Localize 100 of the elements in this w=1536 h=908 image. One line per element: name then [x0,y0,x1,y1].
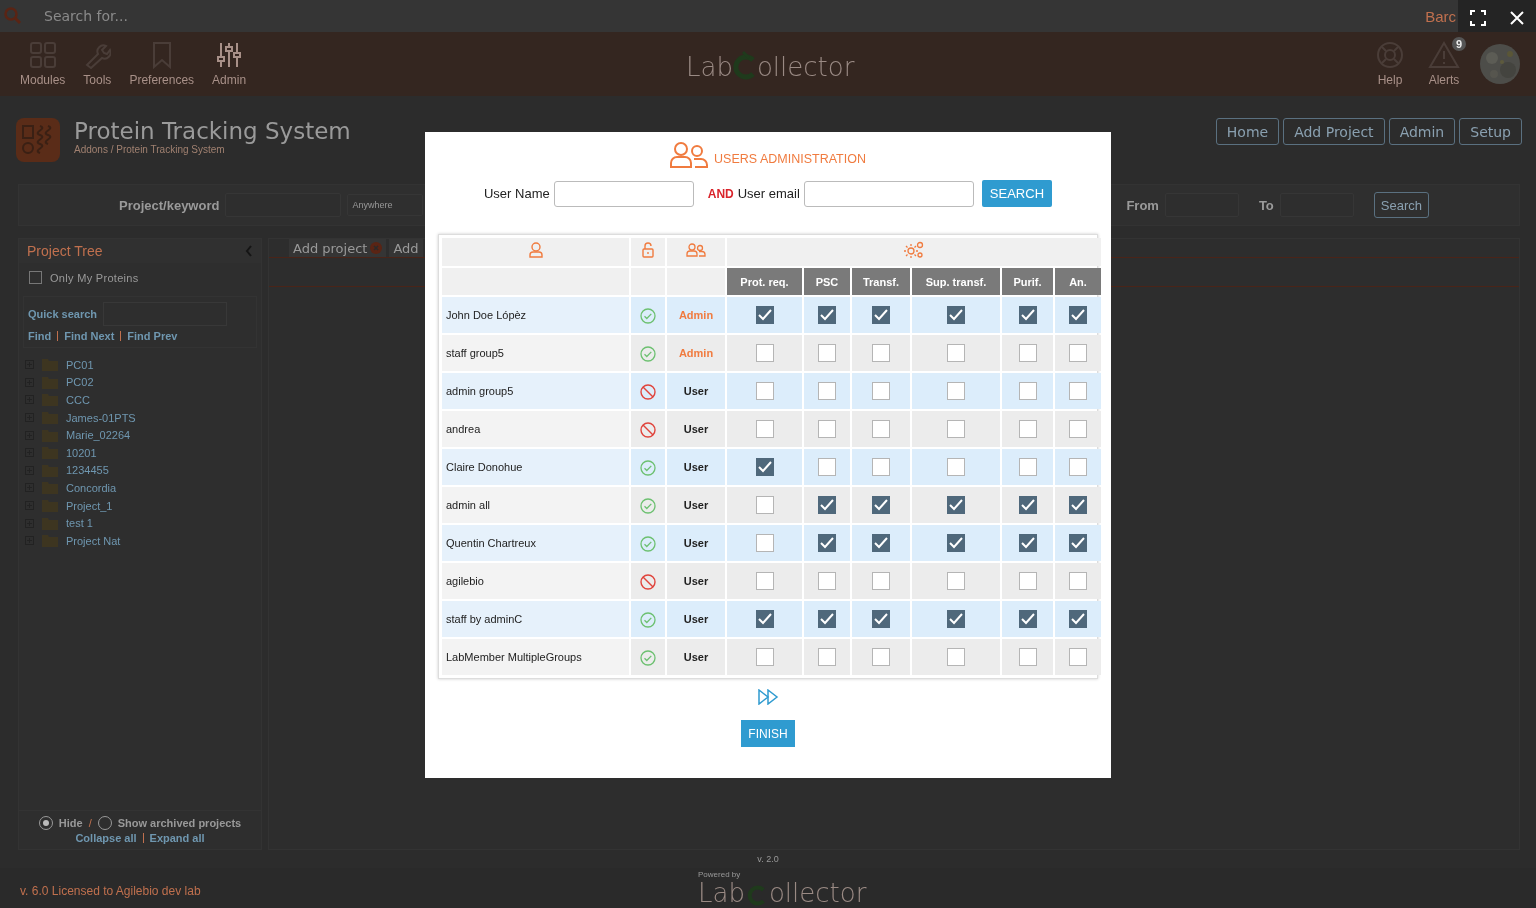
checkbox[interactable] [1069,306,1088,325]
tree-item[interactable]: PC02 [66,376,94,389]
tree-item[interactable]: Marie_02264 [66,429,131,442]
tree-item[interactable]: Project Nat [66,534,121,547]
search-button[interactable]: SEARCH [981,180,1053,207]
barcode-label[interactable]: Barc [1425,7,1456,25]
checkbox[interactable] [872,496,890,515]
checkbox[interactable] [755,306,774,325]
nav-item[interactable]: Modules [16,41,70,87]
scope-select[interactable]: Anywhere [347,194,424,216]
checkbox[interactable] [755,648,774,667]
checkbox[interactable] [755,534,774,553]
checkbox[interactable] [1069,572,1088,591]
checkbox[interactable] [755,344,774,363]
tree-item[interactable]: PC01 [66,358,94,371]
tab[interactable]: Add project [289,239,387,257]
checkbox[interactable] [872,648,890,667]
tree-item[interactable]: 10201 [66,446,97,459]
checkbox[interactable] [947,344,965,363]
checkbox[interactable] [755,458,774,477]
checkbox[interactable] [1018,496,1037,515]
tree-item[interactable]: 1234455 [66,464,109,477]
checkbox[interactable] [1069,382,1088,401]
nav-button[interactable]: Admin [1388,118,1456,145]
checkbox[interactable] [818,610,836,629]
checkbox[interactable] [1018,648,1037,667]
tree-item[interactable]: CCC [66,394,90,406]
checkbox[interactable] [818,648,836,667]
checkbox[interactable] [818,458,836,477]
checkbox[interactable] [755,496,774,515]
checkbox[interactable] [1018,382,1037,401]
checkbox[interactable] [1018,458,1037,477]
tree-item[interactable]: Project_1 [66,499,113,512]
checkbox[interactable] [1018,344,1037,363]
checkbox[interactable] [1018,572,1037,591]
checkbox[interactable] [818,420,836,439]
search-icon[interactable] [4,7,22,25]
search-button[interactable]: Search [1373,192,1429,218]
tree-link[interactable]: Expand all [149,832,205,844]
checkbox[interactable] [1069,496,1088,515]
user-name-field[interactable] [553,180,694,207]
checkbox[interactable] [818,306,836,325]
nav-button[interactable]: Setup [1459,118,1522,145]
checkbox[interactable] [818,496,836,515]
checkbox[interactable] [1069,344,1088,363]
nav-button[interactable]: Add Project [1283,118,1385,145]
checkbox[interactable] [1018,306,1037,325]
checkbox[interactable] [947,458,965,477]
user-email-field[interactable] [803,180,974,207]
checkbox[interactable] [1069,648,1088,667]
checkbox[interactable] [947,420,965,439]
nav-item[interactable]: Preferences [125,41,199,87]
fast-forward-icon[interactable] [757,689,779,705]
collapse-icon[interactable] [245,245,253,257]
checkbox[interactable] [1018,534,1037,553]
checkbox[interactable] [872,610,890,629]
checkbox[interactable] [818,572,836,591]
checkbox[interactable] [947,496,965,515]
checkbox[interactable] [872,420,890,439]
checkbox[interactable] [755,572,774,591]
tree-item[interactable]: test 1 [66,517,93,530]
checkbox[interactable] [29,271,42,284]
checkbox[interactable] [1069,534,1088,553]
find-link[interactable]: Find Prev [127,330,178,342]
find-link[interactable]: Find Next [64,330,115,342]
fullscreen-icon[interactable] [1469,10,1486,26]
checkbox[interactable] [755,420,774,439]
checkbox[interactable] [947,648,965,667]
checkbox[interactable] [1069,458,1088,477]
checkbox[interactable] [1069,420,1088,439]
nav-button[interactable]: Home [1215,118,1280,145]
checkbox[interactable] [872,458,890,477]
checkbox[interactable] [947,534,965,553]
checkbox[interactable] [947,610,965,629]
checkbox[interactable] [872,344,890,363]
checkbox[interactable] [1018,420,1037,439]
checkbox[interactable] [1018,610,1037,629]
checkbox[interactable] [947,572,965,591]
tree-item[interactable]: Concordia [66,481,117,494]
tree-item[interactable]: James-01PTS [66,411,136,424]
checkbox[interactable] [755,610,774,629]
nav-item[interactable]: Admin [208,41,251,87]
tree-link[interactable]: Collapse all [75,832,137,844]
find-link[interactable]: Find [28,330,52,342]
search-field[interactable]: Search for... [42,7,346,25]
close-icon[interactable] [1508,10,1525,26]
checkbox[interactable] [872,382,890,401]
checkbox[interactable] [818,344,836,363]
finish-button[interactable]: FINISH [741,720,795,747]
checkbox[interactable] [947,382,965,401]
checkbox[interactable] [1069,610,1088,629]
checkbox[interactable] [818,534,836,553]
tab[interactable]: Add [389,239,423,257]
checkbox[interactable] [755,382,774,401]
checkbox[interactable] [947,306,965,325]
checkbox[interactable] [872,306,890,325]
checkbox[interactable] [872,534,890,553]
checkbox[interactable] [818,382,836,401]
help-button[interactable]: Help [1372,41,1408,87]
checkbox[interactable] [872,572,890,591]
